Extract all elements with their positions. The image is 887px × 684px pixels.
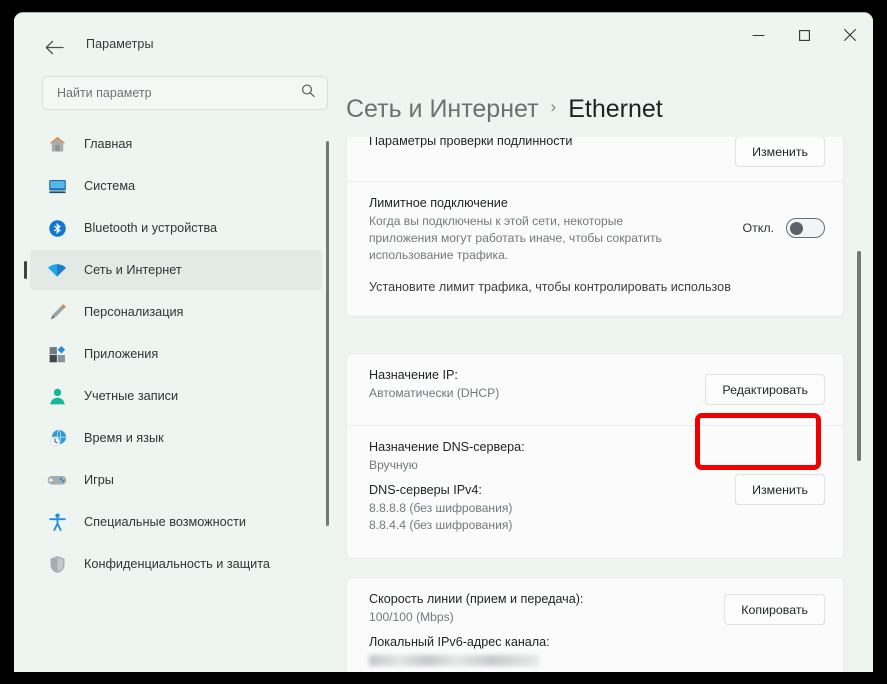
gamepad-icon [44, 468, 70, 492]
sidebar-item-label: Главная [84, 137, 133, 151]
dns-change-button[interactable]: Изменить [735, 474, 825, 505]
ip-edit-button[interactable]: Редактировать [705, 374, 825, 405]
back-button[interactable] [38, 33, 70, 61]
sidebar-scrollbar[interactable] [326, 141, 329, 526]
sidebar-nav: Главная Система Bluetooth и устройства Сеть… [14, 124, 344, 584]
sidebar-item-8[interactable]: Игры [30, 460, 322, 500]
content-scrollbar[interactable] [857, 251, 861, 461]
breadcrumb-current: Ethernet [568, 94, 663, 123]
home-icon [44, 132, 70, 156]
maximize-icon [798, 29, 811, 42]
minimize-button[interactable] [735, 13, 781, 57]
sidebar-item-9[interactable]: Специальные возможности [30, 502, 322, 542]
card-ip-dns: Назначение IP: Автоматически (DHCP) Реда… [346, 353, 844, 559]
row-authentication-settings: Параметры проверки подлинности Изменить [347, 137, 843, 182]
search-box[interactable] [42, 76, 328, 110]
bluetooth-icon [44, 216, 70, 240]
sidebar-item-label: Сеть и Интернет [84, 263, 182, 277]
brush-icon [44, 300, 70, 324]
sidebar-item-6[interactable]: Учетные записи [30, 376, 322, 416]
row-link-properties: Скорость линии (прием и передача): 100/1… [347, 578, 843, 672]
sidebar-item-label: Специальные возможности [84, 515, 246, 529]
ipv6-title: Локальный IPv6-адрес канала: [369, 635, 550, 649]
card-connection: Параметры проверки подлинности Изменить … [346, 137, 844, 317]
sidebar-item-label: Игры [84, 473, 114, 487]
close-icon [843, 28, 857, 42]
metered-title: Лимитное подключение [369, 196, 508, 210]
toggle-knob [790, 222, 803, 235]
account-icon [44, 384, 70, 408]
sidebar: Главная Система Bluetooth и устройства Сеть… [14, 71, 344, 672]
breadcrumb-separator-icon: › [550, 97, 557, 116]
apps-icon [44, 342, 70, 366]
sidebar-item-label: Персонализация [84, 305, 184, 319]
dns-server-2: 8.8.4.4 (без шифрования) [369, 518, 513, 532]
sidebar-item-5[interactable]: Приложения [30, 334, 322, 374]
sidebar-item-label: Учетные записи [84, 389, 179, 403]
content-area: Сеть и Интернет › Ethernet Параметры про… [344, 71, 873, 672]
sidebar-item-label: Время и язык [84, 431, 164, 445]
breadcrumb: Сеть и Интернет › Ethernet [344, 81, 873, 137]
metered-description: Когда вы подключены к этой сети, некотор… [369, 214, 662, 262]
row-ip-assignment: Назначение IP: Автоматически (DHCP) Реда… [347, 354, 843, 426]
accessibility-icon [44, 510, 70, 534]
sidebar-item-1[interactable]: Система [30, 166, 322, 206]
network-wifi-icon [44, 258, 70, 282]
sidebar-item-label: Приложения [84, 347, 159, 361]
metered-toggle-label: Откл. [742, 221, 774, 235]
metered-toggle[interactable] [786, 218, 825, 238]
window-controls [735, 13, 873, 57]
dns-title: Назначение DNS-сервера: [369, 440, 525, 454]
row-dns-assignment: Назначение DNS-сервера: Вручную DNS-серв… [347, 426, 843, 558]
clock-globe-icon [44, 426, 70, 450]
title-bar: Параметры [14, 13, 873, 71]
screen: Параметры Найти параметр Главная Система… [0, 0, 887, 684]
settings-scroll-area: Параметры проверки подлинности Изменить … [344, 137, 873, 672]
ipv6-value-redacted [369, 655, 539, 666]
window-body: Главная Система Bluetooth и устройства Сеть… [14, 71, 873, 672]
metered-toggle-group: Откл. [742, 218, 825, 238]
sidebar-item-7[interactable]: Время и язык [30, 418, 322, 458]
sidebar-item-3[interactable]: Сеть и Интернет [24, 250, 322, 290]
sidebar-item-0[interactable]: Главная [30, 124, 322, 164]
row-metered-connection: Лимитное подключение Когда вы подключены… [347, 182, 843, 316]
arrow-left-icon [45, 40, 64, 55]
search-input[interactable] [43, 77, 327, 109]
minimize-icon [751, 29, 765, 42]
sidebar-item-4[interactable]: Персонализация [30, 292, 322, 332]
system-icon [44, 174, 70, 198]
close-button[interactable] [827, 13, 873, 57]
sidebar-item-label: Bluetooth и устройства [84, 221, 218, 235]
shield-icon [44, 552, 70, 576]
search-container [14, 76, 344, 110]
auth-change-button[interactable]: Изменить [735, 137, 825, 167]
app-title: Параметры [86, 37, 154, 51]
sidebar-item-10[interactable]: Конфиденциальность и защита [30, 544, 322, 584]
settings-window: Параметры Найти параметр Главная Система… [14, 12, 873, 672]
copy-button[interactable]: Копировать [724, 594, 825, 625]
dns-value: Вручную [369, 458, 418, 472]
card-link-properties: Скорость линии (прием и передача): 100/1… [346, 577, 844, 672]
breadcrumb-parent[interactable]: Сеть и Интернет [346, 95, 539, 124]
metered-limit-link[interactable]: Установите лимит трафика, чтобы контроли… [369, 280, 825, 294]
sidebar-item-label: Система [84, 179, 136, 193]
sidebar-item-2[interactable]: Bluetooth и устройства [30, 208, 322, 248]
sidebar-item-label: Конфиденциальность и защита [84, 557, 270, 571]
search-icon [301, 84, 315, 103]
maximize-button[interactable] [781, 13, 827, 57]
